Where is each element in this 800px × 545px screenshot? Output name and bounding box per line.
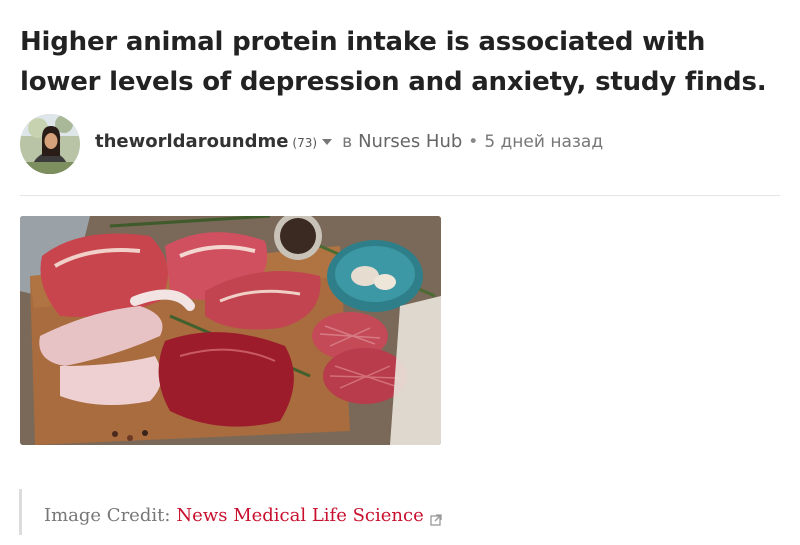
credit-quote-bar	[19, 489, 22, 535]
post-image[interactable]	[20, 216, 441, 445]
post-timestamp: 5 дней назад	[484, 131, 604, 152]
post-byline: theworldaroundme (73) в Nurses Hub • 5 д…	[20, 114, 780, 174]
post-title: Higher animal protein intake is associat…	[20, 27, 767, 97]
meat-photo	[20, 216, 441, 445]
chevron-down-icon[interactable]	[322, 138, 333, 145]
author-avatar[interactable]	[20, 114, 80, 174]
image-credit: Image Credit: News Medical Life Science	[44, 505, 442, 526]
separator-dot: •	[468, 131, 479, 152]
image-credit-source-link[interactable]: News Medical Life Science	[176, 505, 423, 526]
author-name[interactable]: theworldaroundme	[95, 131, 288, 152]
external-link-icon[interactable]	[430, 510, 442, 526]
community-link[interactable]: Nurses Hub	[358, 131, 462, 152]
in-label: в	[342, 131, 353, 152]
byline-meta: theworldaroundme (73) в Nurses Hub • 5 д…	[95, 131, 603, 152]
image-credit-label: Image Credit:	[44, 505, 171, 526]
divider	[20, 195, 780, 196]
author-reputation: (73)	[292, 135, 318, 150]
